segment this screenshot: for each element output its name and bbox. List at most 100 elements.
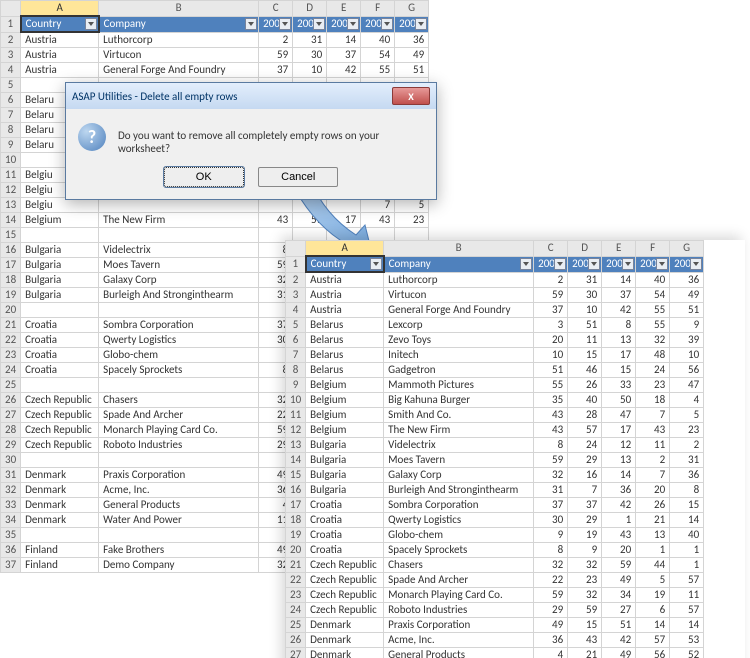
data-cell[interactable]: Austria xyxy=(306,288,384,303)
data-cell[interactable]: 36 xyxy=(534,633,568,648)
data-cell[interactable]: 49 xyxy=(602,648,636,658)
row-header[interactable]: 1 xyxy=(1,16,21,32)
data-cell[interactable]: Croatia xyxy=(306,498,384,513)
data-cell[interactable]: Croatia xyxy=(21,318,99,333)
data-cell[interactable]: Denmark xyxy=(21,498,99,513)
data-cell[interactable]: 13 xyxy=(602,333,636,348)
data-cell[interactable]: 59 xyxy=(602,558,636,573)
data-cell[interactable]: Chasers xyxy=(384,558,534,573)
data-cell[interactable]: 8 xyxy=(534,543,568,558)
row-header[interactable]: 35 xyxy=(1,528,21,543)
data-cell[interactable]: 36 xyxy=(670,272,704,288)
data-cell[interactable]: General Forge And Foundry xyxy=(99,63,259,78)
data-cell[interactable]: 18 xyxy=(636,393,670,408)
data-cell[interactable]: Qwerty Logistics xyxy=(99,333,259,348)
data-cell[interactable]: 57 xyxy=(568,423,602,438)
data-cell[interactable]: 24 xyxy=(568,438,602,453)
data-cell[interactable]: 19 xyxy=(568,528,602,543)
data-cell[interactable]: 57 xyxy=(636,633,670,648)
row-header[interactable]: 27 xyxy=(286,648,306,658)
data-cell[interactable]: 37 xyxy=(327,48,361,63)
data-cell[interactable]: 32 xyxy=(636,333,670,348)
data-cell[interactable]: 30 xyxy=(293,48,327,63)
col-header[interactable]: F xyxy=(636,241,670,257)
data-cell[interactable]: 43 xyxy=(259,213,293,228)
col-header[interactable]: C xyxy=(259,1,293,17)
data-cell[interactable]: 42 xyxy=(327,63,361,78)
col-header[interactable]: G xyxy=(395,1,429,17)
data-cell[interactable]: 20 xyxy=(534,333,568,348)
data-cell[interactable]: Lexcorp xyxy=(384,318,534,333)
data-cell[interactable]: Croatia xyxy=(306,528,384,543)
data-cell[interactable]: Croatia xyxy=(21,348,99,363)
data-cell[interactable]: Bulgaria xyxy=(21,288,99,303)
data-cell[interactable]: Belgium xyxy=(306,393,384,408)
data-cell[interactable]: 44 xyxy=(636,558,670,573)
data-cell[interactable]: Austria xyxy=(306,303,384,318)
data-cell[interactable]: 11 xyxy=(636,438,670,453)
data-cell[interactable]: General Products xyxy=(384,648,534,658)
data-cell[interactable]: Spacely Sprockets xyxy=(99,363,259,378)
data-cell[interactable]: 37 xyxy=(259,63,293,78)
data-cell[interactable]: Roboto Industries xyxy=(99,438,259,453)
data-cell[interactable]: 47 xyxy=(602,408,636,423)
data-cell[interactable]: Denmark xyxy=(21,483,99,498)
data-cell[interactable]: Belgium xyxy=(306,378,384,393)
row-header[interactable]: 22 xyxy=(286,573,306,588)
row-header[interactable]: 28 xyxy=(1,423,21,438)
data-cell[interactable] xyxy=(21,453,99,468)
data-cell[interactable]: 23 xyxy=(636,378,670,393)
data-cell[interactable] xyxy=(99,228,259,243)
row-header[interactable]: 3 xyxy=(286,288,306,303)
data-cell[interactable]: 37 xyxy=(602,288,636,303)
col-header[interactable]: E xyxy=(602,241,636,257)
data-cell[interactable]: 10 xyxy=(534,348,568,363)
data-cell[interactable]: 29 xyxy=(568,513,602,528)
data-cell[interactable]: 9 xyxy=(568,543,602,558)
data-cell[interactable]: Czech Republic xyxy=(306,558,384,573)
data-cell[interactable]: Austria xyxy=(21,48,99,63)
data-cell[interactable]: Czech Republic xyxy=(306,588,384,603)
data-cell[interactable]: 8 xyxy=(602,318,636,333)
data-cell[interactable]: 14 xyxy=(327,32,361,48)
row-header[interactable]: 14 xyxy=(286,453,306,468)
row-header[interactable]: 13 xyxy=(286,438,306,453)
data-cell[interactable]: 26 xyxy=(636,498,670,513)
data-cell[interactable]: Croatia xyxy=(21,333,99,348)
data-cell[interactable]: Bulgaria xyxy=(306,453,384,468)
data-cell[interactable]: 11 xyxy=(670,588,704,603)
data-cell[interactable] xyxy=(21,228,99,243)
data-cell[interactable]: 40 xyxy=(636,272,670,288)
data-cell[interactable]: Bulgaria xyxy=(306,483,384,498)
row-header[interactable]: 11 xyxy=(286,408,306,423)
data-cell[interactable]: 51 xyxy=(602,618,636,633)
data-cell[interactable]: 52 xyxy=(670,648,704,658)
data-cell[interactable]: 43 xyxy=(361,213,395,228)
col-header[interactable]: D xyxy=(293,1,327,17)
filter-dropdown-icon[interactable] xyxy=(415,18,427,30)
row-header[interactable]: 16 xyxy=(286,483,306,498)
data-cell[interactable]: Mammoth Pictures xyxy=(384,378,534,393)
data-cell[interactable]: 33 xyxy=(602,378,636,393)
data-cell[interactable]: 23 xyxy=(670,423,704,438)
data-cell[interactable]: Belgium xyxy=(306,408,384,423)
data-cell[interactable]: 1 xyxy=(636,543,670,558)
data-cell[interactable]: 36 xyxy=(395,32,429,48)
data-cell[interactable]: 22 xyxy=(534,573,568,588)
data-cell[interactable]: Austria xyxy=(306,272,384,288)
row-header[interactable]: 6 xyxy=(286,333,306,348)
row-header[interactable]: 13 xyxy=(1,198,21,213)
row-header[interactable]: 23 xyxy=(286,588,306,603)
data-cell[interactable]: 2 xyxy=(534,272,568,288)
row-header[interactable]: 36 xyxy=(1,543,21,558)
data-cell[interactable]: 51 xyxy=(568,318,602,333)
data-cell[interactable]: Czech Republic xyxy=(21,393,99,408)
row-header[interactable]: 19 xyxy=(286,528,306,543)
data-cell[interactable]: General Forge And Foundry xyxy=(384,303,534,318)
data-cell[interactable]: 40 xyxy=(361,32,395,48)
row-header[interactable]: 19 xyxy=(1,288,21,303)
data-cell[interactable]: 5 xyxy=(636,573,670,588)
data-cell[interactable]: 42 xyxy=(602,498,636,513)
filter-dropdown-icon[interactable] xyxy=(554,258,566,270)
data-cell[interactable]: Smith And Co. xyxy=(384,408,534,423)
